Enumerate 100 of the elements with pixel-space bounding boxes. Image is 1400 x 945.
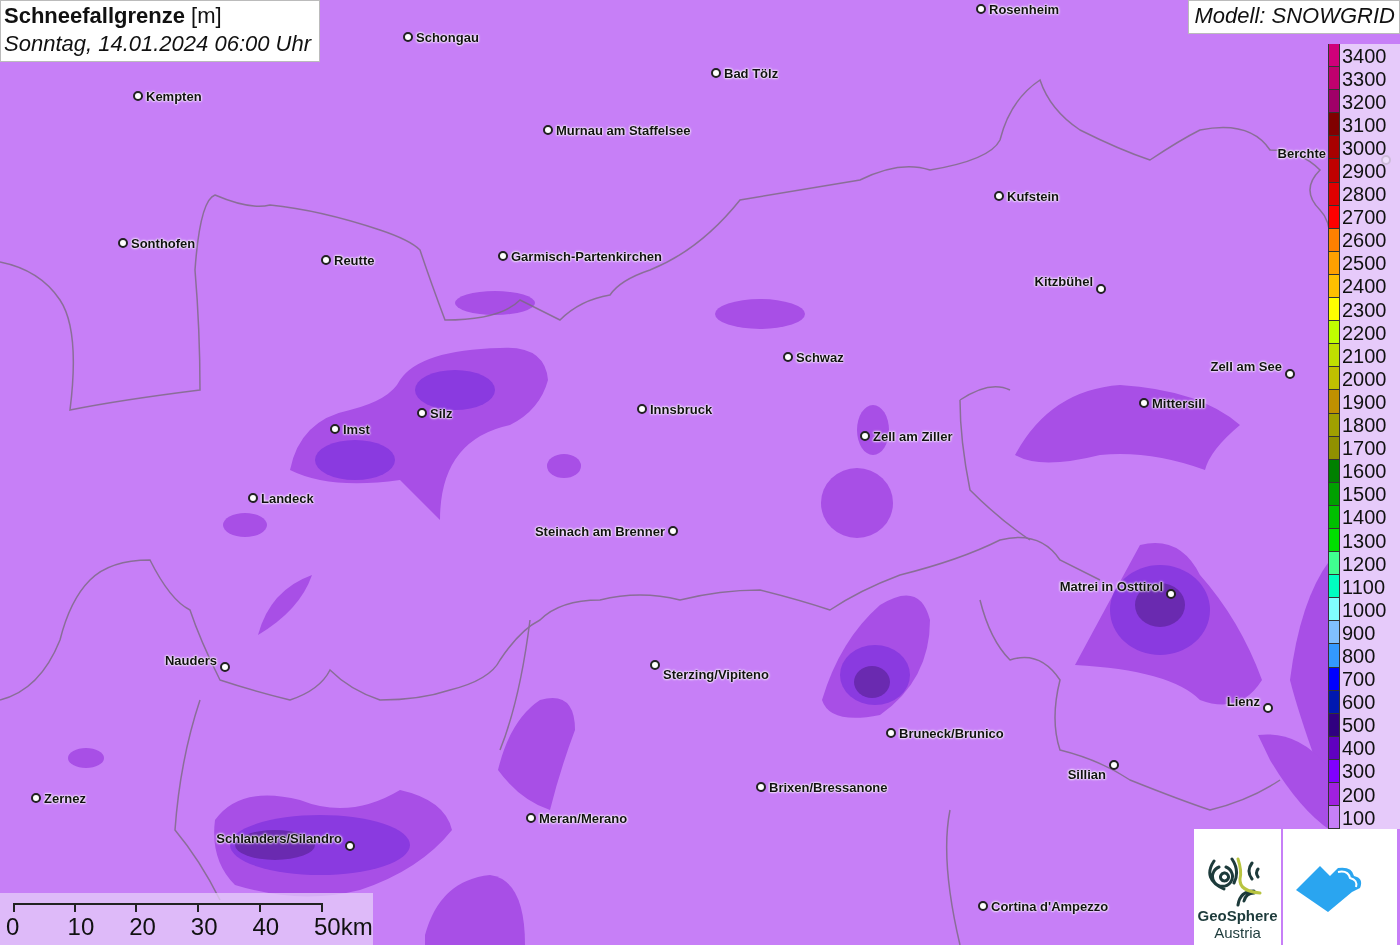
legend-label: 1900 [1342, 391, 1387, 412]
city-marker [1285, 369, 1295, 379]
city-label: Steinach am Brenner [534, 523, 665, 539]
model-label: Modell: SNOWGRID [1187, 0, 1400, 34]
city-marker [756, 782, 766, 792]
city-label: Cortina d'Ampezzo [991, 898, 1109, 914]
legend-label: 1100 [1342, 576, 1385, 597]
city-marker [860, 431, 870, 441]
scale-label: 40 [252, 913, 280, 941]
logo-name: GeoSphere [1197, 907, 1278, 924]
legend-label: 2500 [1342, 253, 1387, 274]
scale-label: 20 [129, 913, 156, 941]
legend-label: 1300 [1342, 530, 1387, 551]
city-label: Meran/Merano [539, 810, 628, 826]
city-marker [637, 404, 647, 414]
city-label: Mittersill [1152, 395, 1206, 411]
city-marker [1096, 284, 1106, 294]
city-label: Silz [430, 405, 453, 421]
legend-label: 400 [1342, 738, 1376, 759]
city-label: Schwaz [796, 349, 844, 365]
city-marker [543, 125, 553, 135]
scale-label: 0 [6, 913, 20, 941]
legend-label: 2400 [1342, 276, 1387, 297]
city-label: Kitzbühel [1034, 273, 1093, 289]
legend-label: 2700 [1342, 207, 1387, 228]
legend-label: 3000 [1342, 137, 1387, 158]
legend-label: 1000 [1342, 599, 1387, 620]
city-label: Bad Tölz [724, 65, 779, 81]
legend-label: 200 [1342, 784, 1376, 805]
legend-label: 2900 [1342, 161, 1387, 181]
legend-label: 1500 [1342, 484, 1387, 505]
legend-label: 3300 [1342, 68, 1387, 89]
city-label: Garmisch-Partenkirchen [511, 248, 662, 264]
city-marker [321, 255, 331, 265]
legend-label: 2300 [1342, 299, 1387, 320]
city-marker [978, 901, 988, 911]
legend-label: 1600 [1342, 461, 1387, 482]
city-marker [711, 68, 721, 78]
legend-label: 1200 [1342, 553, 1387, 574]
date-text: Sonntag, 14.01.2024 06:00 Uhr [4, 31, 312, 57]
legend-label: 100 [1342, 807, 1376, 828]
legend-label: 2200 [1342, 322, 1387, 343]
city-marker [976, 4, 986, 14]
city-marker [783, 352, 793, 362]
legend-label: 3400 [1342, 45, 1387, 66]
city-label: Imst [343, 421, 370, 437]
city-marker [994, 191, 1004, 201]
city-marker [403, 32, 413, 42]
legend-label: 500 [1342, 715, 1376, 736]
city-label: Reutte [334, 252, 375, 268]
city-marker [498, 251, 508, 261]
map-title: Schneefallgrenze [m] [4, 3, 223, 29]
city-label: Murnau am Staffelsee [556, 122, 691, 138]
city-label: Zell am Ziller [873, 428, 953, 444]
legend-label: 600 [1342, 692, 1376, 713]
legend-label: 1400 [1342, 507, 1387, 528]
legend-label: 1800 [1342, 415, 1387, 436]
city-marker [886, 728, 896, 738]
city-label: Bruneck/Brunico [899, 725, 1004, 741]
city-label: Rosenheim [989, 1, 1060, 17]
city-label: Kufstein [1007, 188, 1059, 204]
legend-label: 2100 [1342, 345, 1387, 366]
city-label: Matrei in Osttirol [1059, 578, 1163, 594]
city-label: Brixen/Bressanone [769, 779, 888, 795]
city-label: Berchte [1277, 145, 1326, 161]
city-label: Nauders [164, 652, 217, 668]
logo-subtitle: Austria [1214, 924, 1261, 941]
city-label: Sillian [1067, 766, 1106, 782]
legend-label: 2600 [1342, 230, 1387, 251]
legend-label: 3100 [1342, 114, 1387, 135]
city-marker [1166, 589, 1176, 599]
city-marker [248, 493, 258, 503]
city-marker [417, 408, 427, 418]
city-label: Zernez [44, 790, 86, 806]
scale-label: 10 [67, 913, 95, 941]
city-marker [118, 238, 128, 248]
city-marker [1109, 760, 1119, 770]
city-label: Sterzing/Vipiteno [663, 666, 769, 682]
city-label: Kempten [146, 88, 202, 104]
city-marker [345, 841, 355, 851]
city-marker [330, 424, 340, 434]
city-label: Sonthofen [131, 235, 196, 251]
city-label: Schongau [416, 29, 479, 45]
city-marker [526, 813, 536, 823]
city-label: Landeck [261, 490, 314, 506]
city-marker [1263, 703, 1273, 713]
city-marker [31, 793, 41, 803]
city-marker [668, 526, 678, 536]
city-marker [220, 662, 230, 672]
scale-label: 50km [314, 913, 373, 941]
legend-label: 300 [1342, 761, 1376, 782]
legend-label: 1700 [1342, 438, 1387, 459]
legend-label: 3200 [1342, 91, 1387, 112]
city-marker [650, 660, 660, 670]
city-label: Innsbruck [650, 401, 713, 417]
city-marker [133, 91, 143, 101]
city-label: Lienz [1226, 693, 1260, 709]
scale-label: 30 [190, 913, 218, 941]
legend-label: 2000 [1342, 368, 1387, 389]
city-marker [1139, 398, 1149, 408]
